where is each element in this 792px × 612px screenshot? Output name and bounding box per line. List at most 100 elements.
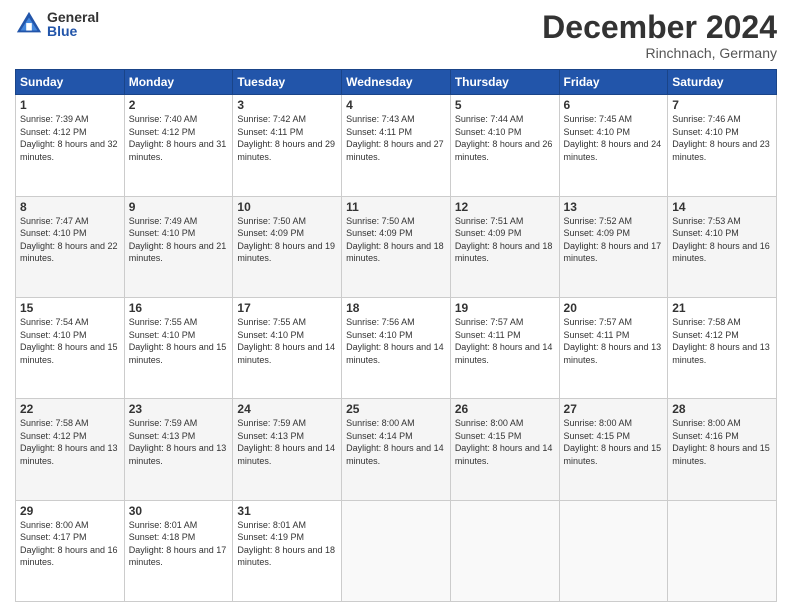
table-row: 17Sunrise: 7:55 AMSunset: 4:10 PMDayligh… [233,297,342,398]
day-info: Sunrise: 7:52 AMSunset: 4:09 PMDaylight:… [564,215,664,265]
day-info: Sunrise: 7:39 AMSunset: 4:12 PMDaylight:… [20,113,120,163]
day-info: Sunrise: 8:01 AMSunset: 4:18 PMDaylight:… [129,519,229,569]
day-number: 4 [346,98,446,112]
table-row: 19Sunrise: 7:57 AMSunset: 4:11 PMDayligh… [450,297,559,398]
day-info: Sunrise: 7:55 AMSunset: 4:10 PMDaylight:… [129,316,229,366]
table-row: 16Sunrise: 7:55 AMSunset: 4:10 PMDayligh… [124,297,233,398]
table-row: 9Sunrise: 7:49 AMSunset: 4:10 PMDaylight… [124,196,233,297]
day-number: 3 [237,98,337,112]
month-title: December 2024 [542,10,777,45]
calendar-week-row: 8Sunrise: 7:47 AMSunset: 4:10 PMDaylight… [16,196,777,297]
calendar-week-row: 15Sunrise: 7:54 AMSunset: 4:10 PMDayligh… [16,297,777,398]
day-number: 6 [564,98,664,112]
table-row: 5Sunrise: 7:44 AMSunset: 4:10 PMDaylight… [450,95,559,196]
table-row: 30Sunrise: 8:01 AMSunset: 4:18 PMDayligh… [124,500,233,601]
table-row: 6Sunrise: 7:45 AMSunset: 4:10 PMDaylight… [559,95,668,196]
day-number: 16 [129,301,229,315]
table-row [342,500,451,601]
table-row: 3Sunrise: 7:42 AMSunset: 4:11 PMDaylight… [233,95,342,196]
day-number: 14 [672,200,772,214]
day-info: Sunrise: 7:44 AMSunset: 4:10 PMDaylight:… [455,113,555,163]
day-info: Sunrise: 7:43 AMSunset: 4:11 PMDaylight:… [346,113,446,163]
title-area: December 2024 Rinchnach, Germany [542,10,777,61]
table-row: 14Sunrise: 7:53 AMSunset: 4:10 PMDayligh… [668,196,777,297]
calendar-table: Sunday Monday Tuesday Wednesday Thursday… [15,69,777,602]
header-monday: Monday [124,70,233,95]
day-info: Sunrise: 7:50 AMSunset: 4:09 PMDaylight:… [346,215,446,265]
table-row: 1Sunrise: 7:39 AMSunset: 4:12 PMDaylight… [16,95,125,196]
day-info: Sunrise: 7:59 AMSunset: 4:13 PMDaylight:… [129,417,229,467]
day-number: 23 [129,402,229,416]
logo-blue-text: Blue [47,24,99,38]
day-number: 9 [129,200,229,214]
day-number: 30 [129,504,229,518]
day-number: 27 [564,402,664,416]
header-friday: Friday [559,70,668,95]
day-number: 5 [455,98,555,112]
header-saturday: Saturday [668,70,777,95]
day-info: Sunrise: 7:57 AMSunset: 4:11 PMDaylight:… [564,316,664,366]
day-info: Sunrise: 7:47 AMSunset: 4:10 PMDaylight:… [20,215,120,265]
table-row: 10Sunrise: 7:50 AMSunset: 4:09 PMDayligh… [233,196,342,297]
day-info: Sunrise: 7:54 AMSunset: 4:10 PMDaylight:… [20,316,120,366]
day-number: 19 [455,301,555,315]
logo: General Blue [15,10,99,38]
day-info: Sunrise: 7:51 AMSunset: 4:09 PMDaylight:… [455,215,555,265]
day-info: Sunrise: 7:45 AMSunset: 4:10 PMDaylight:… [564,113,664,163]
table-row [668,500,777,601]
table-row: 8Sunrise: 7:47 AMSunset: 4:10 PMDaylight… [16,196,125,297]
day-info: Sunrise: 7:58 AMSunset: 4:12 PMDaylight:… [20,417,120,467]
header: General Blue December 2024 Rinchnach, Ge… [15,10,777,61]
table-row: 22Sunrise: 7:58 AMSunset: 4:12 PMDayligh… [16,399,125,500]
day-info: Sunrise: 8:00 AMSunset: 4:16 PMDaylight:… [672,417,772,467]
table-row: 26Sunrise: 8:00 AMSunset: 4:15 PMDayligh… [450,399,559,500]
table-row: 2Sunrise: 7:40 AMSunset: 4:12 PMDaylight… [124,95,233,196]
table-row: 23Sunrise: 7:59 AMSunset: 4:13 PMDayligh… [124,399,233,500]
day-number: 12 [455,200,555,214]
table-row: 28Sunrise: 8:00 AMSunset: 4:16 PMDayligh… [668,399,777,500]
logo-general-text: General [47,10,99,24]
location: Rinchnach, Germany [542,45,777,61]
day-number: 10 [237,200,337,214]
page: General Blue December 2024 Rinchnach, Ge… [0,0,792,612]
table-row: 29Sunrise: 8:00 AMSunset: 4:17 PMDayligh… [16,500,125,601]
day-number: 29 [20,504,120,518]
day-info: Sunrise: 7:57 AMSunset: 4:11 PMDaylight:… [455,316,555,366]
header-wednesday: Wednesday [342,70,451,95]
day-number: 15 [20,301,120,315]
day-number: 7 [672,98,772,112]
day-number: 2 [129,98,229,112]
calendar-week-row: 22Sunrise: 7:58 AMSunset: 4:12 PMDayligh… [16,399,777,500]
day-number: 17 [237,301,337,315]
day-info: Sunrise: 7:56 AMSunset: 4:10 PMDaylight:… [346,316,446,366]
day-info: Sunrise: 8:00 AMSunset: 4:15 PMDaylight:… [564,417,664,467]
day-info: Sunrise: 8:01 AMSunset: 4:19 PMDaylight:… [237,519,337,569]
day-number: 26 [455,402,555,416]
table-row: 7Sunrise: 7:46 AMSunset: 4:10 PMDaylight… [668,95,777,196]
table-row: 24Sunrise: 7:59 AMSunset: 4:13 PMDayligh… [233,399,342,500]
header-sunday: Sunday [16,70,125,95]
day-info: Sunrise: 7:49 AMSunset: 4:10 PMDaylight:… [129,215,229,265]
day-number: 28 [672,402,772,416]
day-number: 11 [346,200,446,214]
table-row [450,500,559,601]
day-info: Sunrise: 8:00 AMSunset: 4:15 PMDaylight:… [455,417,555,467]
day-number: 8 [20,200,120,214]
day-number: 13 [564,200,664,214]
calendar-week-row: 1Sunrise: 7:39 AMSunset: 4:12 PMDaylight… [16,95,777,196]
table-row: 4Sunrise: 7:43 AMSunset: 4:11 PMDaylight… [342,95,451,196]
header-thursday: Thursday [450,70,559,95]
day-info: Sunrise: 8:00 AMSunset: 4:14 PMDaylight:… [346,417,446,467]
day-info: Sunrise: 7:59 AMSunset: 4:13 PMDaylight:… [237,417,337,467]
table-row: 20Sunrise: 7:57 AMSunset: 4:11 PMDayligh… [559,297,668,398]
day-info: Sunrise: 7:50 AMSunset: 4:09 PMDaylight:… [237,215,337,265]
table-row: 25Sunrise: 8:00 AMSunset: 4:14 PMDayligh… [342,399,451,500]
day-number: 31 [237,504,337,518]
day-number: 21 [672,301,772,315]
day-info: Sunrise: 7:42 AMSunset: 4:11 PMDaylight:… [237,113,337,163]
logo-text: General Blue [47,10,99,38]
day-info: Sunrise: 7:55 AMSunset: 4:10 PMDaylight:… [237,316,337,366]
day-number: 25 [346,402,446,416]
header-tuesday: Tuesday [233,70,342,95]
table-row [559,500,668,601]
